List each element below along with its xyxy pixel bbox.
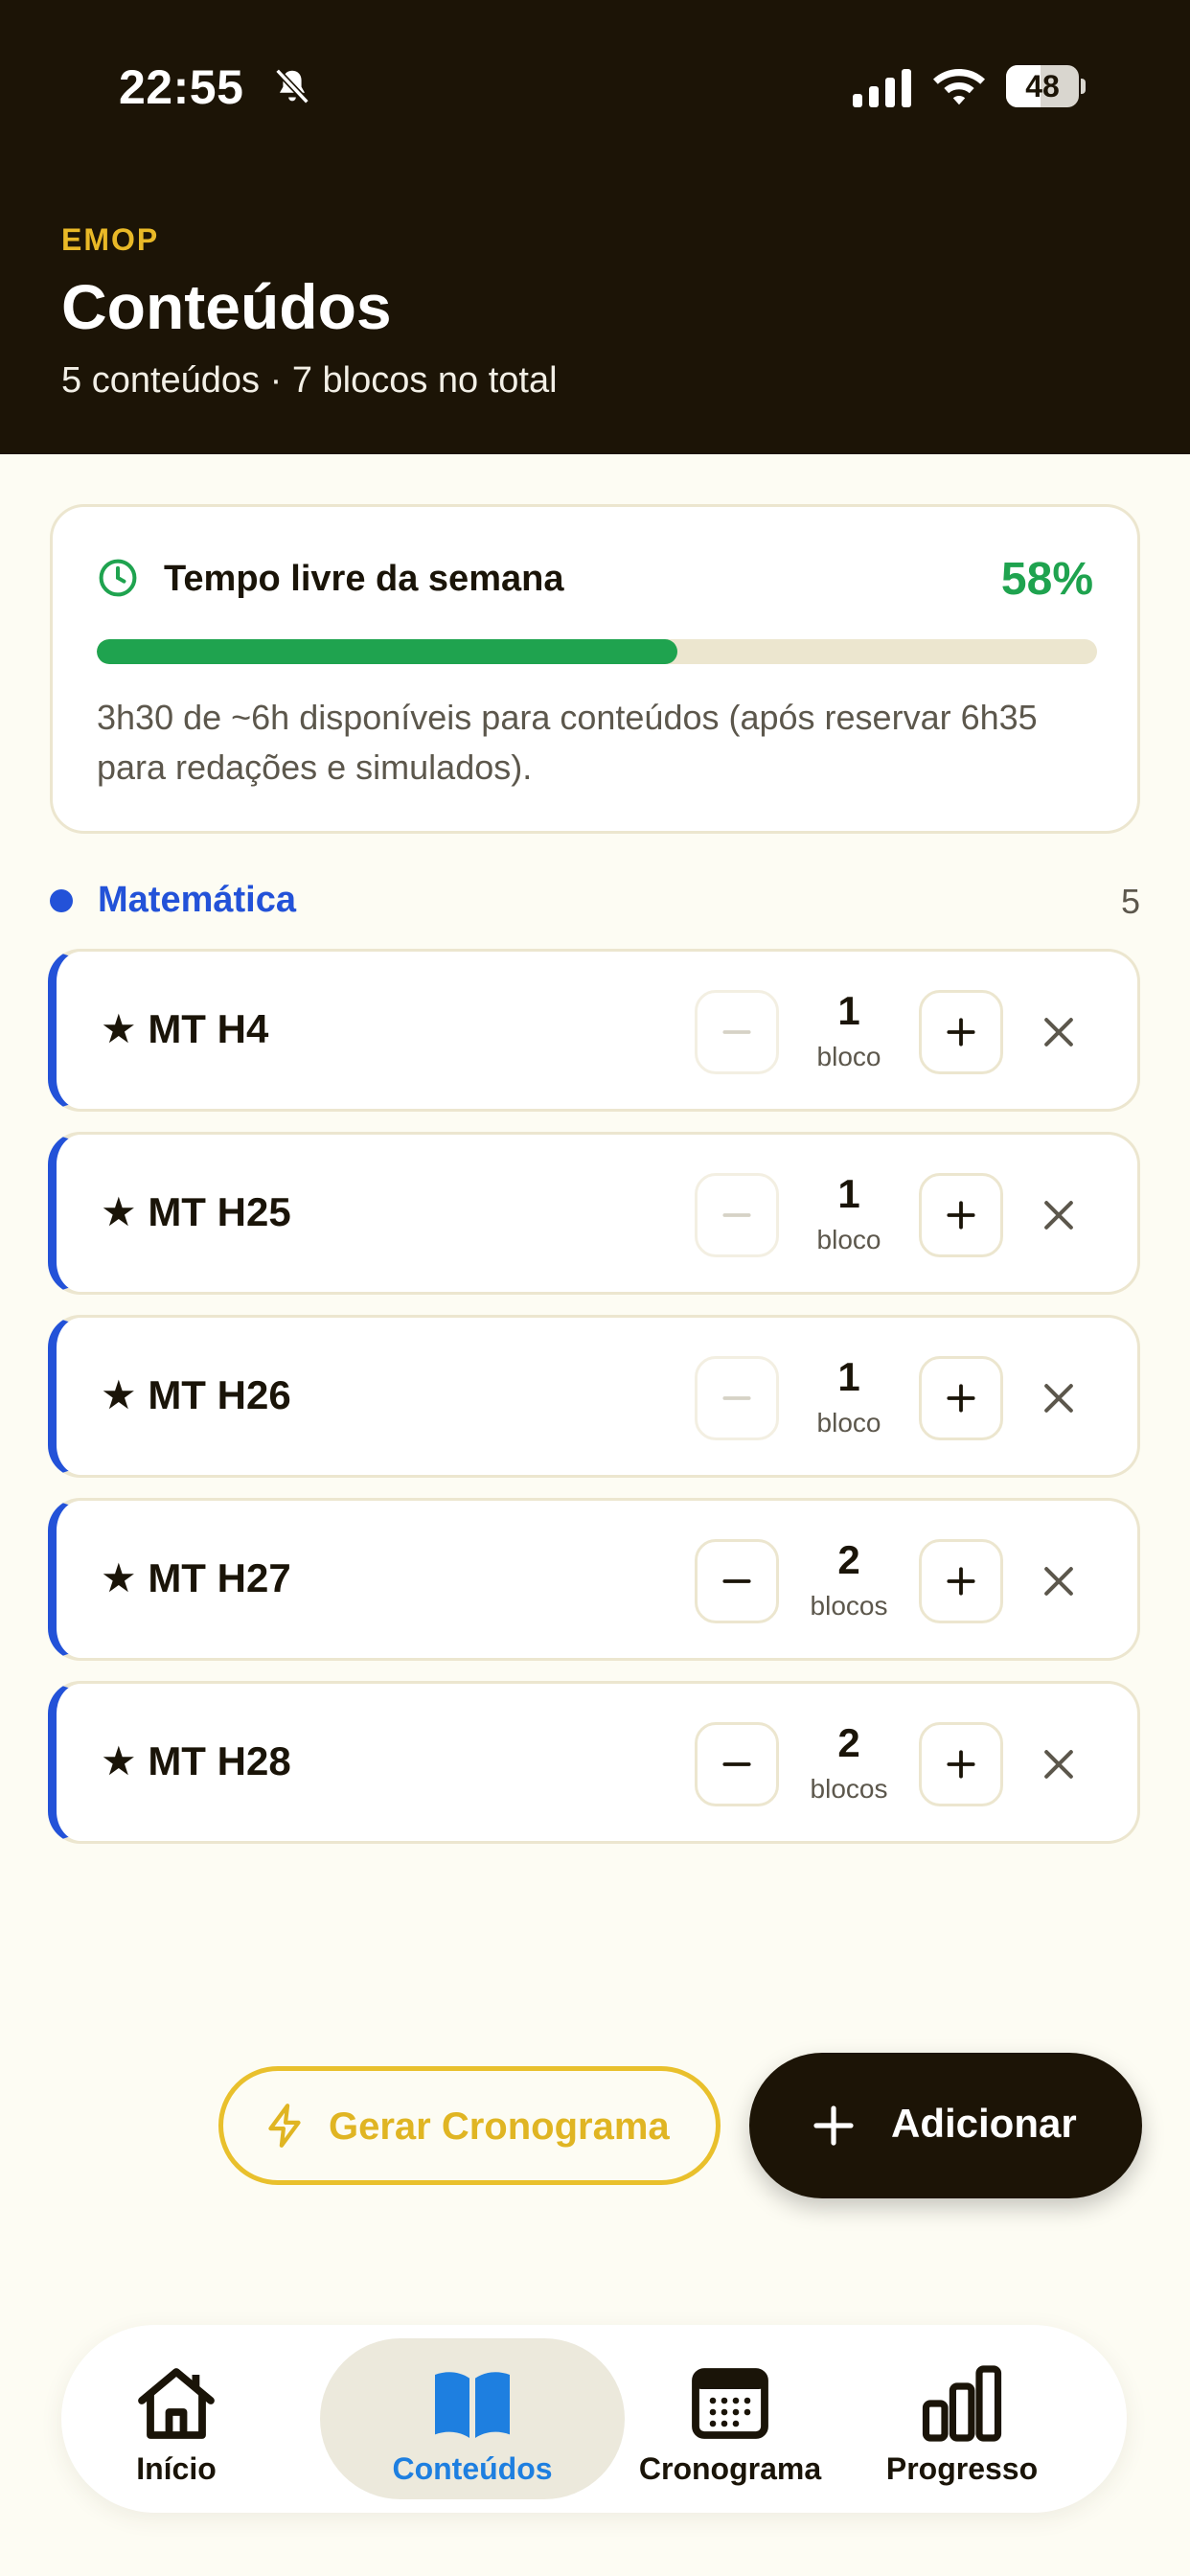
content-row: ★ MT H27 2 blocos <box>48 1498 1140 1661</box>
minus-icon <box>722 1579 751 1583</box>
section-title: Matemática <box>98 880 296 920</box>
content-row-title: ★ MT H4 <box>101 1006 269 1051</box>
content-row: ★ MT H28 2 blocos <box>48 1681 1140 1844</box>
nav-item-conteudos[interactable]: Conteúdos <box>320 2325 625 2513</box>
minus-icon <box>722 1762 751 1766</box>
block-count: 1 <box>837 1354 860 1399</box>
section-count: 5 <box>1120 882 1140 921</box>
decrease-blocks-button[interactable] <box>695 1722 779 1806</box>
plus-icon <box>947 1201 975 1230</box>
bar-chart-icon <box>922 2365 1002 2442</box>
bell-muted-icon <box>275 68 309 104</box>
nav-label-conteudos: Conteúdos <box>392 2451 553 2486</box>
decrease-blocks-button[interactable] <box>695 1356 779 1440</box>
block-unit: blocos <box>810 1774 888 1804</box>
remove-content-button[interactable] <box>1038 1377 1080 1419</box>
content-row-title: ★ MT H28 <box>101 1738 291 1783</box>
content-row-title: ★ MT H26 <box>101 1372 291 1417</box>
add-content-button[interactable]: Adicionar <box>749 2053 1142 2198</box>
plus-icon <box>813 2105 854 2146</box>
generate-schedule-label: Gerar Cronograma <box>329 2105 670 2148</box>
bottom-nav: Início Conteúdos Cronograma Progresso <box>61 2325 1127 2513</box>
battery-level: 48 <box>1025 69 1060 104</box>
page-subtitle: 5 conteúdos · 7 blocos no total <box>61 360 558 401</box>
nav-item-inicio[interactable]: Início <box>100 2325 253 2513</box>
progress-percent: 58% <box>1000 554 1093 605</box>
decrease-blocks-button[interactable] <box>695 1173 779 1257</box>
cell-signal-icon <box>853 69 911 107</box>
block-unit: bloco <box>816 1408 881 1438</box>
progress-bar-fill <box>97 639 677 664</box>
nav-label-inicio: Início <box>136 2451 217 2486</box>
decrease-blocks-button[interactable] <box>695 1539 779 1623</box>
nav-item-progresso[interactable]: Progresso <box>866 2325 1058 2513</box>
progress-bar <box>97 639 1097 664</box>
increase-blocks-button[interactable] <box>919 1722 1003 1806</box>
card-description: 3h30 de ~6h disponíveis para conteúdos (… <box>97 698 1038 787</box>
content-row-title: ★ MT H27 <box>101 1555 291 1600</box>
minus-icon <box>722 1396 751 1400</box>
clock-icon <box>99 559 137 597</box>
plus-icon <box>947 1567 975 1596</box>
plus-icon <box>947 1018 975 1046</box>
status-bar: 22:55 48 <box>0 0 1190 172</box>
book-icon <box>435 2372 510 2438</box>
nav-label-progresso: Progresso <box>885 2451 1039 2486</box>
block-count: 2 <box>837 1537 860 1582</box>
decrease-blocks-button[interactable] <box>695 990 779 1074</box>
calendar-icon <box>692 2368 768 2439</box>
minus-icon <box>722 1030 751 1034</box>
block-count: 1 <box>837 988 860 1033</box>
add-content-label: Adicionar <box>891 2101 1077 2146</box>
content-row: ★ MT H25 1 bloco <box>48 1132 1140 1295</box>
page-title: Conteúdos <box>61 271 392 342</box>
increase-blocks-button[interactable] <box>919 1356 1003 1440</box>
home-icon <box>138 2368 215 2439</box>
block-unit: blocos <box>810 1591 888 1621</box>
content-row: ★ MT H26 1 bloco <box>48 1315 1140 1478</box>
plus-icon <box>947 1750 975 1779</box>
remove-content-button[interactable] <box>1038 1194 1080 1236</box>
block-count: 1 <box>837 1171 860 1216</box>
block-unit: bloco <box>816 1225 881 1254</box>
nav-item-cronograma[interactable]: Cronograma <box>623 2325 837 2513</box>
block-count: 2 <box>837 1720 860 1765</box>
remove-content-button[interactable] <box>1038 1011 1080 1053</box>
remove-content-button[interactable] <box>1038 1560 1080 1602</box>
battery-indicator: 48 <box>1006 65 1086 107</box>
brand-label: EMOP <box>61 222 160 257</box>
remove-content-button[interactable] <box>1038 1743 1080 1785</box>
status-time: 22:55 <box>119 60 244 114</box>
increase-blocks-button[interactable] <box>919 1173 1003 1257</box>
weekly-time-card: Tempo livre da semana 58% 3h30 de ~6h di… <box>50 504 1140 834</box>
lightning-icon <box>268 2104 301 2148</box>
section-dot <box>50 889 73 912</box>
nav-label-cronograma: Cronograma <box>638 2451 822 2486</box>
block-unit: bloco <box>816 1042 881 1071</box>
increase-blocks-button[interactable] <box>919 990 1003 1074</box>
generate-schedule-button[interactable]: Gerar Cronograma <box>218 2066 721 2185</box>
content-row-title: ★ MT H25 <box>101 1189 291 1234</box>
plus-icon <box>947 1384 975 1413</box>
increase-blocks-button[interactable] <box>919 1539 1003 1623</box>
header: 22:55 48 EMOP Conteúdos 5 conteúdos · 7 … <box>0 0 1190 454</box>
content-row: ★ MT H4 1 bloco <box>48 949 1140 1112</box>
wifi-icon <box>933 69 985 105</box>
minus-icon <box>722 1213 751 1217</box>
card-title: Tempo livre da semana <box>164 559 564 599</box>
